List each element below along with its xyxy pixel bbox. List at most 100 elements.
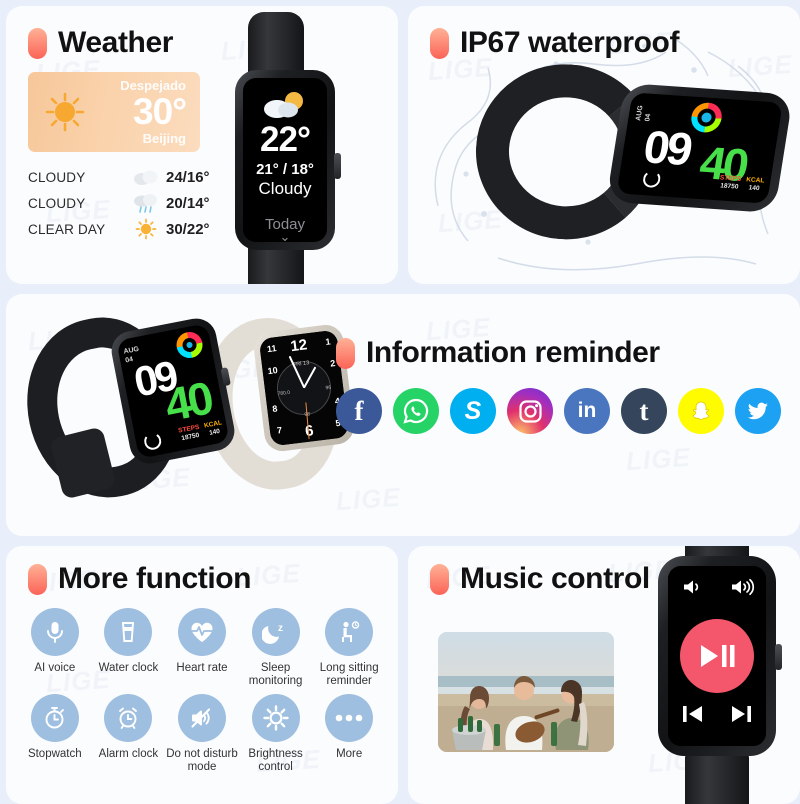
panel-information-reminder: LIGE LIGE LIGE LIGE LIGE LIGE AUG 04 09 … xyxy=(6,294,800,536)
watch-weather-temperature: 22° xyxy=(260,120,311,159)
whatsapp-icon[interactable] xyxy=(393,388,439,434)
forecast-range: 20/14° xyxy=(166,194,210,212)
function-item-stopwatch[interactable]: Stopwatch xyxy=(18,694,92,774)
weather-card-condition: Despejado xyxy=(120,78,186,93)
sitting-person-icon xyxy=(325,608,374,656)
forecast-label: CLOUDY xyxy=(28,195,86,211)
heart-pulse-icon xyxy=(177,608,226,656)
watch-screen-sport: AUG 04 09 40 STEPS 18750 KCAL 140 xyxy=(116,323,230,459)
weather-heading: Weather xyxy=(6,6,398,60)
watch-strap-bottom xyxy=(685,752,749,804)
panel-waterproof: LIGE LIGE LIGE LIGE IP67 waterproof AUG … xyxy=(408,6,800,284)
linkedin-icon[interactable]: in xyxy=(564,388,610,434)
skype-icon[interactable]: S xyxy=(450,388,496,434)
function-item-alarm-clock[interactable]: Alarm clock xyxy=(92,694,166,774)
watch-face-stats: STEPS 18750 KCAL 140 xyxy=(718,174,765,193)
bullet-icon xyxy=(28,563,47,595)
forecast-row: CLOUDY 20/14° xyxy=(28,190,216,216)
forecast-list: CLOUDY 24/16° CLOUDY 20/14° CLEAR DAY 30… xyxy=(28,164,216,242)
analog-numeral: 1 xyxy=(324,336,332,347)
watch-face-minutes: 40 xyxy=(160,371,215,432)
music-control-heading-text: Music control xyxy=(460,562,650,595)
analog-numeral: 2 xyxy=(329,358,336,369)
watch-case: AUG 04 09 40 STEPS 18750 KCAL 140 xyxy=(606,82,794,214)
weather-summary-card: Despejado 30° Beijing xyxy=(28,72,200,152)
activity-rings-icon xyxy=(174,329,205,361)
microphone-icon xyxy=(30,608,79,656)
skype-glyph: S xyxy=(464,396,482,425)
previous-track-button[interactable] xyxy=(680,703,706,730)
progress-ring-icon xyxy=(641,170,662,189)
function-item-water-clock[interactable]: Water clock xyxy=(92,608,166,688)
facebook-icon[interactable]: f xyxy=(336,388,382,434)
play-pause-button[interactable] xyxy=(680,619,754,693)
function-item-heart-rate[interactable]: Heart rate xyxy=(165,608,239,688)
linkedin-glyph: in xyxy=(577,399,597,422)
forecast-row: CLOUDY 24/16° xyxy=(28,164,216,190)
watch-face-hours: 09 xyxy=(640,120,694,176)
music-control-heading: Music control xyxy=(408,546,800,596)
function-label: Do not disturb mode xyxy=(166,748,238,773)
sun-icon xyxy=(36,90,94,134)
stopwatch-icon xyxy=(30,694,79,742)
bullet-icon xyxy=(430,27,449,59)
svg-text:z: z xyxy=(278,623,283,634)
watch-screen-sport: AUG 04 09 40 STEPS 18750 KCAL 140 xyxy=(616,92,783,204)
function-label: More xyxy=(336,748,363,760)
snapchat-icon[interactable] xyxy=(678,388,724,434)
people-on-beach-photo xyxy=(438,632,614,752)
tumblr-glyph: t xyxy=(639,395,649,426)
function-item-long-sitting-reminder[interactable]: Long sitting reminder xyxy=(312,608,386,688)
tumblr-icon[interactable]: t xyxy=(621,388,667,434)
watch-case: 22° 21° / 18° Cloudy Today ⌄ xyxy=(235,70,341,250)
watermark: LIGE xyxy=(624,441,692,477)
alarm-clock-icon xyxy=(104,694,153,742)
black-watch-device: AUG 04 09 40 STEPS 18750 KCAL 140 xyxy=(10,304,246,512)
function-grid: AI voice Water clock Heart rate z Sleep … xyxy=(6,596,398,774)
mute-speaker-icon xyxy=(177,694,226,742)
function-item-brightness-control[interactable]: Brightness control xyxy=(239,694,313,774)
function-label: Water clock xyxy=(98,662,159,674)
weather-card-temperature: 30° xyxy=(133,91,187,132)
weather-heading-text: Weather xyxy=(58,26,174,59)
chevron-down-icon[interactable]: ⌄ xyxy=(243,230,327,242)
water-glass-icon xyxy=(104,608,153,656)
function-item-more[interactable]: More xyxy=(312,694,386,774)
steps-value: 18750 xyxy=(719,182,739,191)
analog-numeral: 8 xyxy=(271,403,278,414)
weather-watch-device: 22° 21° / 18° Cloudy Today ⌄ xyxy=(216,12,398,284)
watch-crown-button[interactable] xyxy=(775,644,782,670)
forecast-label: CLOUDY xyxy=(28,169,86,185)
function-item-do-not-disturb[interactable]: Do not disturb mode xyxy=(165,694,239,774)
sun-icon xyxy=(126,218,166,240)
function-item-sleep-monitoring[interactable]: z Sleep monitoring xyxy=(239,608,313,688)
next-track-button[interactable] xyxy=(728,703,754,730)
weather-card-city: Beijing xyxy=(142,131,186,146)
analog-numeral: 7 xyxy=(276,425,283,436)
social-app-list: f S in t xyxy=(336,370,781,434)
analog-numeral: 12 xyxy=(289,336,309,356)
bullet-icon xyxy=(336,337,355,369)
ellipsis-icon xyxy=(325,694,374,742)
analog-numeral: 10 xyxy=(267,365,279,377)
instagram-icon[interactable] xyxy=(507,388,553,434)
panel-more-function: LIGE LIGE LIGE LIGE More function AI voi… xyxy=(6,546,398,804)
function-label: Stopwatch xyxy=(27,748,82,760)
function-item-ai-voice[interactable]: AI voice xyxy=(18,608,92,688)
cloud-icon xyxy=(126,168,166,186)
watch-crown-button[interactable] xyxy=(220,366,231,386)
panel-music-control: LIGE LIGE LIGE LIGE Music control xyxy=(408,546,800,804)
function-label: AI voice xyxy=(34,662,76,674)
watch-crown-button[interactable] xyxy=(334,152,341,179)
analog-numeral: 11 xyxy=(266,343,278,355)
forecast-range: 30/22° xyxy=(166,220,210,238)
more-function-heading-text: More function xyxy=(58,562,252,595)
watch-face-date: AUG 04 xyxy=(635,105,653,122)
rain-cloud-icon xyxy=(126,193,166,213)
function-label: Alarm clock xyxy=(98,748,159,760)
function-label: Brightness control xyxy=(248,748,303,773)
bullet-icon xyxy=(430,563,449,595)
twitter-icon[interactable] xyxy=(735,388,781,434)
brightness-sun-icon xyxy=(251,694,300,742)
panel-weather: LIGE LIGE LIGE LIGE Weather xyxy=(6,6,398,284)
